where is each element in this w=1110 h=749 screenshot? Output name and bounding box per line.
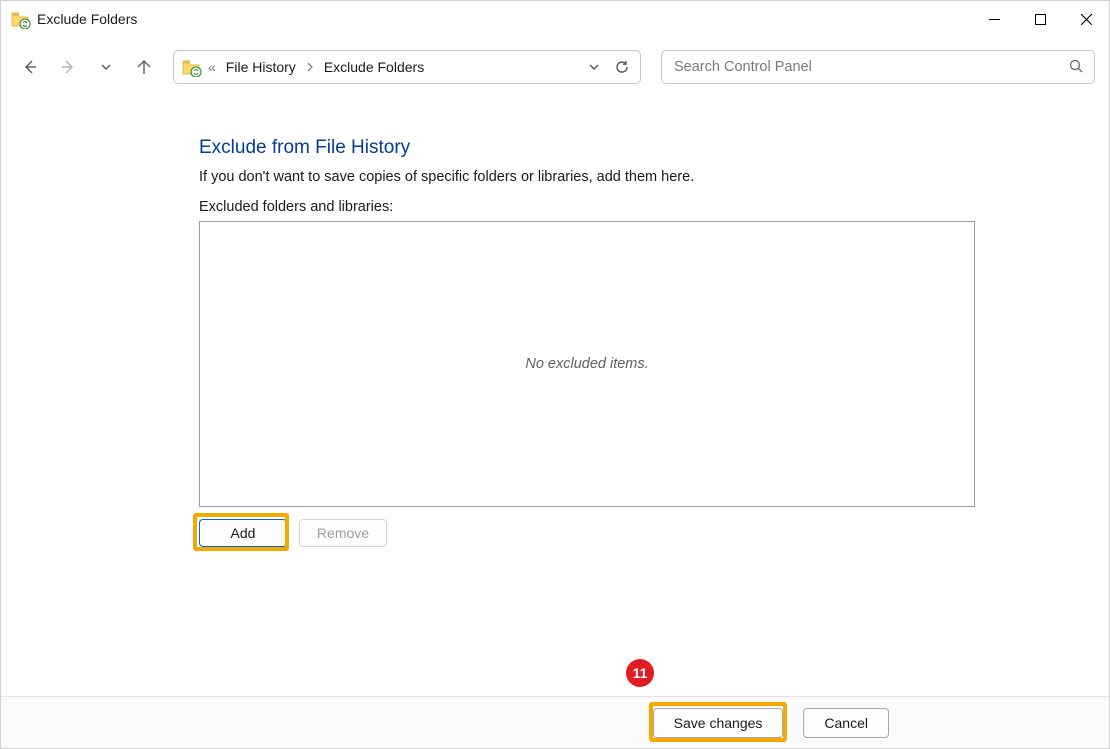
empty-list-text: No excluded items. bbox=[525, 356, 648, 372]
breadcrumb-file-history[interactable]: File History bbox=[222, 57, 300, 77]
address-folder-icon bbox=[182, 59, 200, 75]
remove-button: Remove bbox=[299, 519, 387, 547]
cancel-button[interactable]: Cancel bbox=[803, 708, 889, 738]
address-history-dropdown[interactable] bbox=[580, 53, 608, 81]
caption-buttons bbox=[971, 3, 1109, 35]
page-title: Exclude from File History bbox=[199, 137, 1039, 159]
titlebar: Exclude Folders bbox=[1, 1, 1109, 37]
add-button[interactable]: Add bbox=[199, 519, 287, 547]
list-label: Excluded folders and libraries: bbox=[199, 199, 1039, 215]
recent-dropdown-button[interactable] bbox=[91, 52, 121, 82]
address-bar[interactable]: « File History Exclude Folders bbox=[173, 50, 641, 84]
back-button[interactable] bbox=[15, 52, 45, 82]
footer-bar: 11 Save changes Cancel bbox=[1, 696, 1109, 748]
search-box[interactable] bbox=[661, 50, 1095, 84]
window-root: Exclude Folders bbox=[0, 0, 1110, 749]
up-button[interactable] bbox=[129, 52, 159, 82]
list-button-row: Add Remove bbox=[199, 519, 1039, 547]
content-area: Exclude from File History If you don't w… bbox=[1, 97, 1109, 696]
maximize-button[interactable] bbox=[1017, 3, 1063, 35]
folder-sync-icon bbox=[11, 11, 29, 27]
breadcrumb-exclude-folders[interactable]: Exclude Folders bbox=[320, 57, 428, 77]
save-changes-button[interactable]: Save changes bbox=[653, 708, 784, 738]
excluded-items-listbox[interactable]: No excluded items. bbox=[199, 221, 975, 507]
breadcrumb-overflow-icon[interactable]: « bbox=[206, 59, 218, 75]
page-description: If you don't want to save copies of spec… bbox=[199, 169, 1039, 185]
refresh-button[interactable] bbox=[608, 53, 636, 81]
nav-toolbar: « File History Exclude Folders bbox=[1, 37, 1109, 97]
close-button[interactable] bbox=[1063, 3, 1109, 35]
window-title: Exclude Folders bbox=[37, 11, 137, 27]
search-icon[interactable] bbox=[1068, 58, 1084, 77]
callout-badge-11: 11 bbox=[626, 659, 654, 687]
minimize-button[interactable] bbox=[971, 3, 1017, 35]
breadcrumb-separator-icon bbox=[304, 59, 316, 75]
forward-button[interactable] bbox=[53, 52, 83, 82]
search-input[interactable] bbox=[672, 58, 1068, 76]
